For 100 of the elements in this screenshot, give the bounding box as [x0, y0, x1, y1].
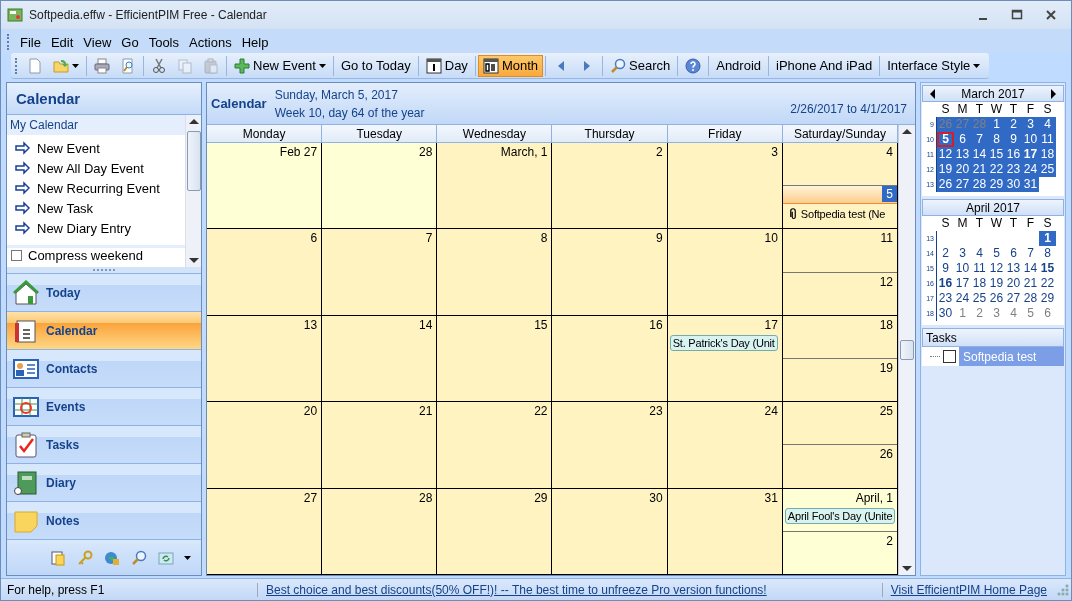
menu-item[interactable]: Actions	[185, 32, 236, 52]
day-number[interactable]: 1	[1039, 231, 1056, 246]
day-number[interactable]: 22	[530, 402, 552, 419]
day-number[interactable]: 3	[988, 306, 1005, 321]
day-number[interactable]: 5	[1022, 306, 1039, 321]
day-number[interactable]: 13	[954, 147, 971, 162]
day-number[interactable]: 16	[937, 276, 954, 291]
day-number[interactable]: 5	[882, 186, 897, 203]
day-number[interactable]: 17	[760, 315, 782, 332]
day-number[interactable]: 25	[875, 402, 897, 419]
day-number[interactable]: 1	[954, 306, 971, 321]
day-number[interactable]: 2	[882, 531, 897, 548]
day-number[interactable]: 2	[971, 306, 988, 321]
day-number[interactable]: 22	[988, 162, 1005, 177]
day-number[interactable]: 27	[1005, 291, 1022, 306]
toolbar-button[interactable]: iPhone And iPad	[771, 54, 878, 77]
day-number[interactable]: 14	[1022, 261, 1039, 276]
day-number[interactable]: 28	[414, 488, 437, 505]
day-number[interactable]: 28	[1022, 291, 1039, 306]
day-number[interactable]: 29	[530, 488, 552, 505]
day-number[interactable]: 23	[937, 291, 954, 306]
toolbar-button[interactable]: Go to Today	[335, 54, 416, 77]
day-number[interactable]: 20	[299, 402, 322, 419]
day-number[interactable]: April, 1	[851, 488, 897, 505]
menu-item[interactable]: Edit	[46, 32, 78, 52]
day-number[interactable]: Feb 27	[275, 143, 322, 159]
day-number[interactable]: 4	[1039, 117, 1056, 132]
day-number[interactable]: 31	[760, 488, 782, 505]
day-number[interactable]: 8	[1039, 246, 1056, 261]
day-number[interactable]: 29	[988, 177, 1005, 192]
nav-button[interactable]: Calendar	[7, 312, 201, 350]
day-number[interactable]: 1	[988, 117, 1005, 132]
day-number[interactable]: 2	[651, 143, 667, 159]
day-number[interactable]: 16	[1005, 147, 1022, 162]
day-number[interactable]: 28	[414, 143, 437, 159]
day-number[interactable]: 19	[875, 359, 897, 375]
close-icon[interactable]	[1045, 9, 1057, 21]
toolbar-button[interactable]: Month	[477, 54, 543, 77]
menu-item[interactable]: Help	[237, 32, 273, 52]
day-number[interactable]: March, 1	[496, 143, 552, 159]
day-number[interactable]: 8	[536, 229, 552, 246]
action-link[interactable]: New Diary Entry	[15, 219, 185, 237]
day-number[interactable]: 2	[937, 246, 954, 261]
action-link[interactable]: New Recurring Event	[15, 179, 185, 197]
day-number[interactable]: 18	[971, 276, 988, 291]
day-number[interactable]: 11	[876, 229, 897, 246]
day-number[interactable]: 16	[645, 315, 667, 332]
action-link[interactable]: New All Day Event	[15, 159, 185, 177]
day-number[interactable]: 19	[937, 162, 954, 177]
toolbar-button[interactable]: Search	[605, 54, 676, 77]
day-number[interactable]: 15	[988, 147, 1005, 162]
day-number[interactable]: 22	[1039, 276, 1056, 291]
day-number[interactable]: 11	[971, 261, 988, 276]
maximize-icon[interactable]	[1011, 9, 1023, 21]
day-number[interactable]: 12	[937, 147, 954, 162]
splitter-handle[interactable]	[7, 267, 201, 274]
calendar-event[interactable]: Softpedia test (Ne	[800, 208, 886, 221]
day-number[interactable]: 12	[875, 272, 897, 289]
day-number[interactable]: 4	[971, 246, 988, 261]
day-number[interactable]: 14	[414, 315, 437, 332]
day-number[interactable]: 25	[1039, 162, 1056, 177]
day-number[interactable]: 18	[1039, 147, 1056, 162]
next-month-button[interactable]	[1049, 87, 1059, 100]
day-number[interactable]: 9	[651, 229, 667, 246]
day-number[interactable]: 6	[954, 132, 971, 147]
caret-icon[interactable]	[184, 555, 191, 560]
scrollbar[interactable]	[898, 125, 915, 575]
day-number[interactable]: 31	[1022, 177, 1039, 192]
day-number[interactable]: 5	[937, 132, 954, 147]
day-number[interactable]: 30	[937, 306, 954, 321]
day-number[interactable]: 20	[1005, 276, 1022, 291]
day-number[interactable]: 2	[1005, 117, 1022, 132]
day-number[interactable]: 26	[937, 177, 954, 192]
day-number[interactable]: 4	[882, 143, 897, 159]
day-number[interactable]: 17	[1022, 147, 1039, 162]
day-number[interactable]: 26	[875, 445, 897, 462]
day-number[interactable]: 9	[1005, 132, 1022, 147]
menu-item[interactable]: Go	[117, 32, 143, 52]
menu-item[interactable]: View	[79, 32, 116, 52]
day-number[interactable]: 21	[1022, 276, 1039, 291]
day-number[interactable]: 15	[1039, 261, 1056, 276]
toolbar-button[interactable]: Day	[420, 54, 473, 77]
home-page-link[interactable]: Visit EfficientPIM Home Page	[881, 582, 1055, 597]
day-number[interactable]: 7	[1022, 246, 1039, 261]
day-number[interactable]: 30	[645, 488, 667, 505]
day-number[interactable]: 8	[988, 132, 1005, 147]
day-number[interactable]: 29	[1039, 291, 1056, 306]
day-number[interactable]: 27	[954, 177, 971, 192]
checkbox[interactable]	[943, 350, 956, 363]
holiday-event[interactable]: April Fool's Day (Unite	[784, 507, 896, 524]
menu-item[interactable]: Tools	[144, 32, 183, 52]
menu-item[interactable]: File	[16, 32, 45, 52]
day-number[interactable]: 6	[1005, 246, 1022, 261]
day-number[interactable]: 10	[1022, 132, 1039, 147]
day-number[interactable]: 15	[530, 315, 552, 332]
day-number[interactable]: 10	[760, 229, 782, 246]
day-number[interactable]: 5	[988, 246, 1005, 261]
day-number[interactable]: 6	[1039, 306, 1056, 321]
day-number[interactable]: 21	[971, 162, 988, 177]
day-number[interactable]: 14	[971, 147, 988, 162]
